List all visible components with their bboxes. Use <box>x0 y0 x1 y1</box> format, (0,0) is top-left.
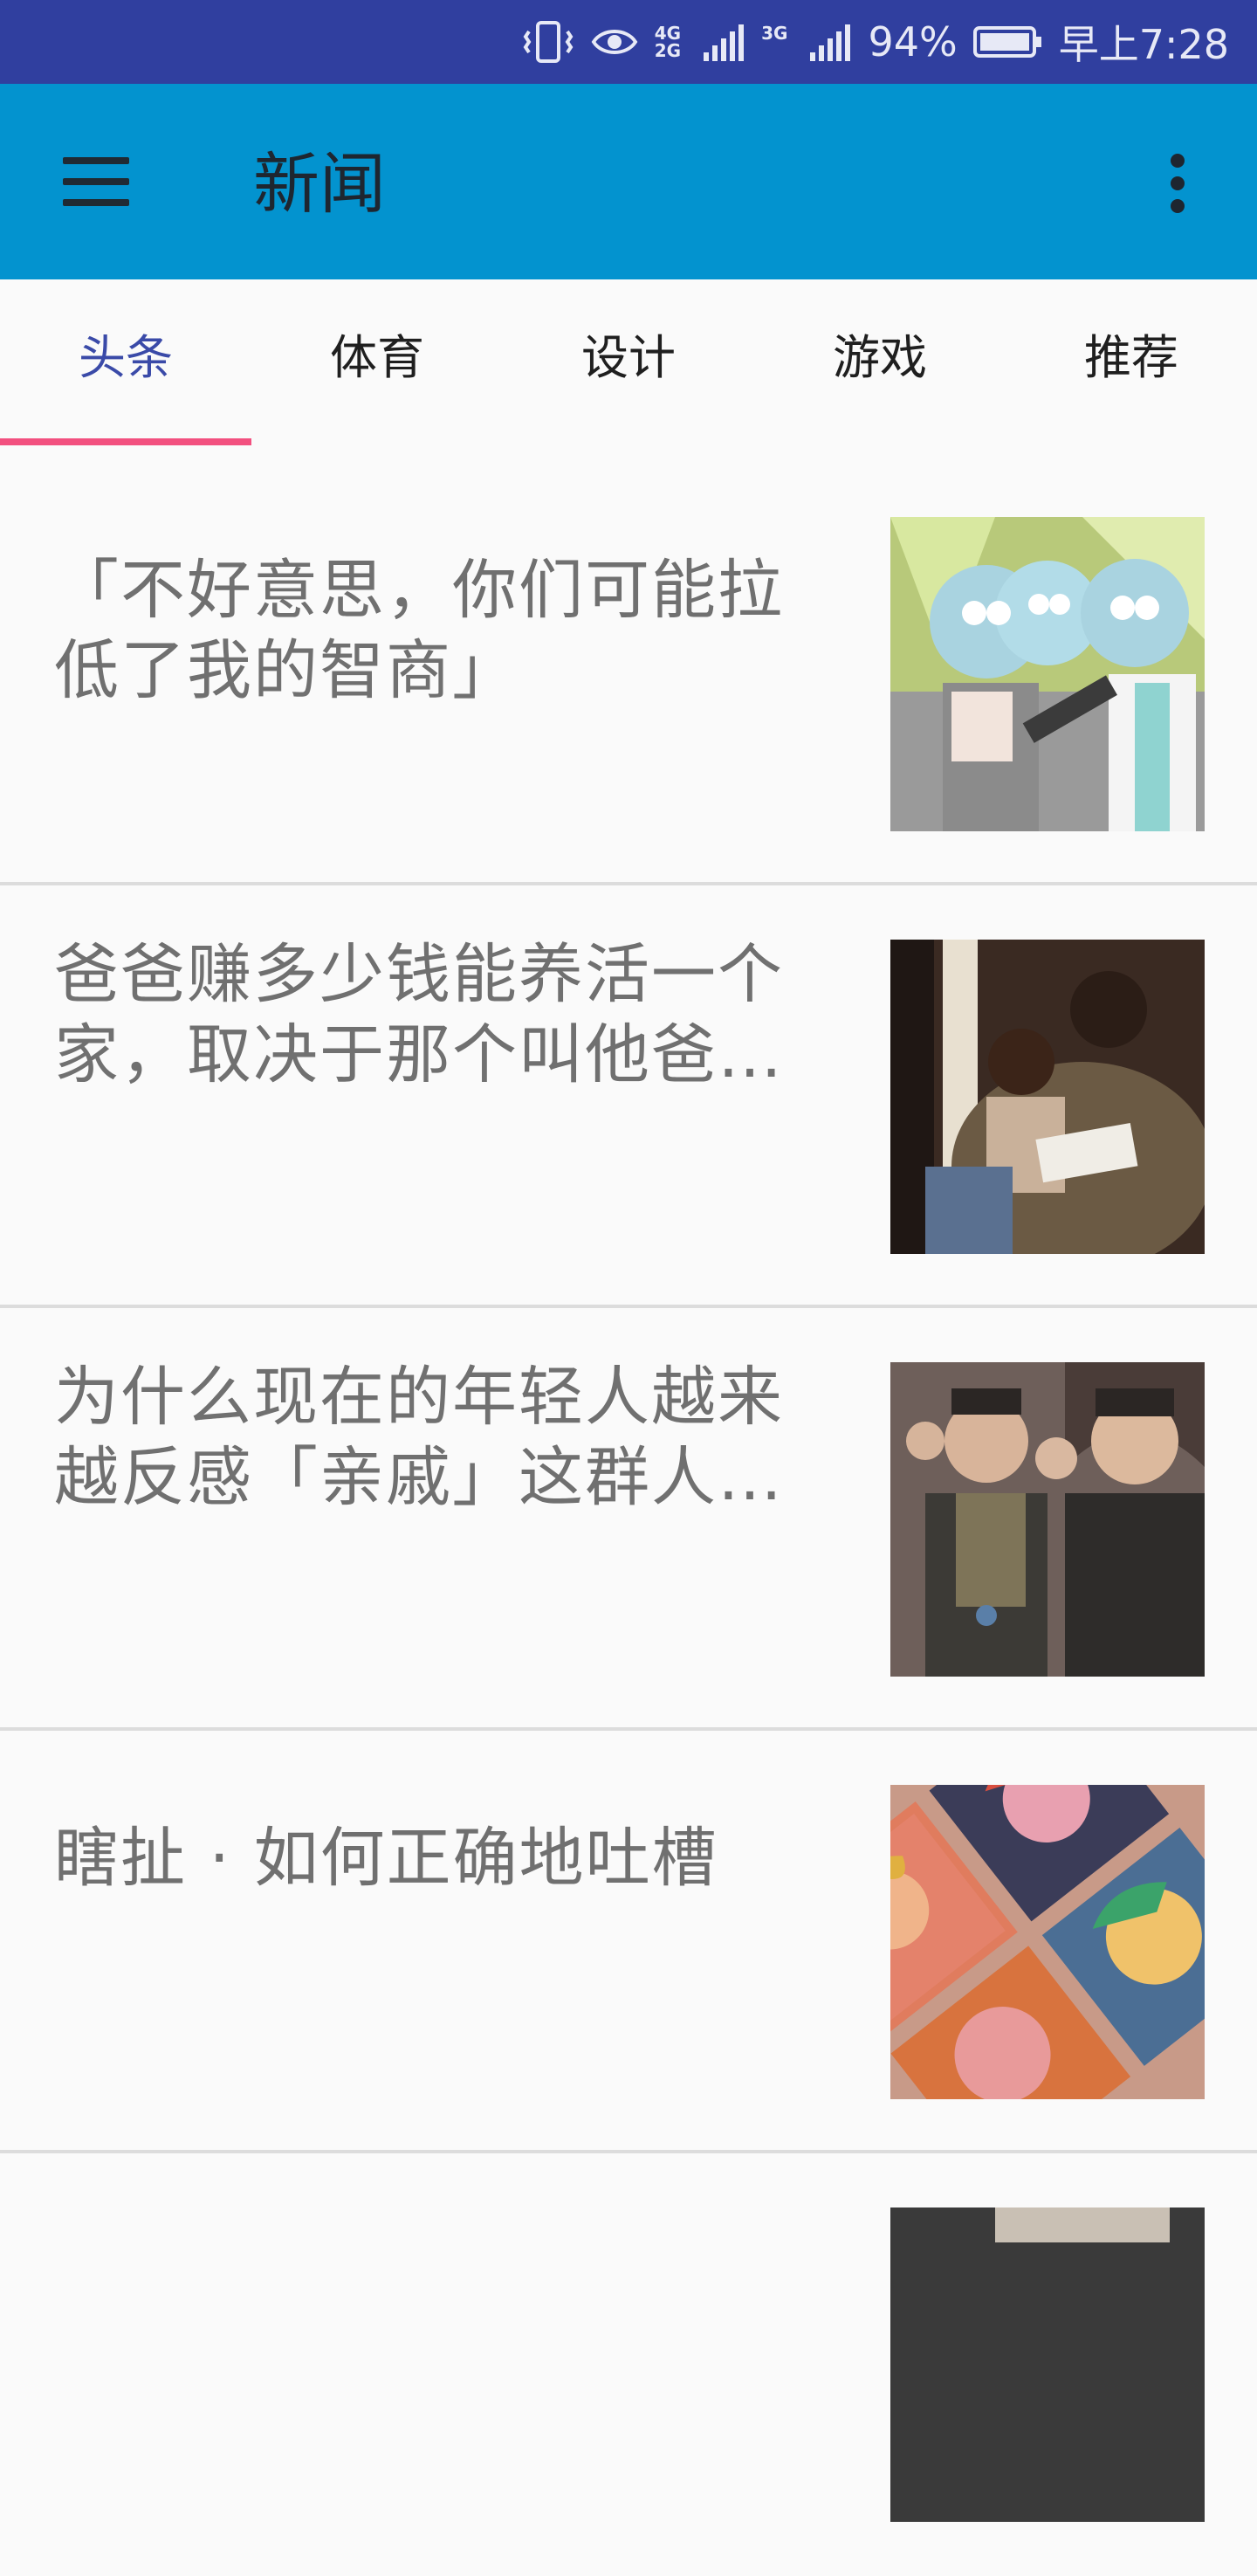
news-thumbnail-cartoon <box>890 517 1205 831</box>
eye-icon <box>590 17 639 66</box>
news-thumbnail-photo <box>890 2208 1205 2522</box>
news-title: 爸爸赚多少钱能养活一个家，取决于那个叫他爸… <box>54 937 784 1092</box>
news-thumbnail-art <box>890 1785 1205 2099</box>
overflow-icon-dot <box>1171 199 1185 213</box>
news-title: 瞎扯 · 如何正确地吐槽 <box>54 1821 718 1896</box>
overflow-icon <box>1171 154 1185 168</box>
app-bar: 新闻 <box>0 84 1257 279</box>
network-type-3g: 3G <box>761 24 787 59</box>
news-item[interactable]: 爸爸赚多少钱能养活一个家，取决于那个叫他爸… <box>0 885 1257 1308</box>
overflow-menu-button[interactable] <box>1161 154 1196 213</box>
menu-icon-line <box>63 178 129 185</box>
news-thumbnail-image <box>890 2208 1205 2522</box>
clock: 早上7:28 <box>1058 21 1229 68</box>
news-thumbnail-image <box>890 517 1205 831</box>
news-item[interactable]: 「不好意思，你们可能拉低了我的智商」 <box>0 463 1257 885</box>
battery-icon <box>972 17 1043 66</box>
menu-icon <box>63 157 129 164</box>
network-type-4g: 4G <box>654 23 682 44</box>
tab-games[interactable]: 游戏 <box>754 279 1006 447</box>
tab-headlines[interactable]: 头条 <box>0 279 251 447</box>
news-item[interactable]: 瞎扯 · 如何正确地吐槽 <box>0 1731 1257 2153</box>
tab-design[interactable]: 设计 <box>503 279 754 447</box>
news-list: 「不好意思，你们可能拉低了我的智商」 爸爸赚多少钱能养活一个家，取决于那个叫他爸… <box>0 463 1257 2576</box>
news-thumbnail-photo <box>890 940 1205 1254</box>
news-thumbnail-photo <box>890 1362 1205 1677</box>
signal-icon-2 <box>808 17 852 66</box>
battery-percent: 94% <box>868 18 958 65</box>
tab-indicator <box>0 438 251 445</box>
news-title: 为什么现在的年轻人越来越反感「亲戚」这群人… <box>54 1360 784 1515</box>
menu-icon-line <box>63 199 129 206</box>
tab-sports[interactable]: 体育 <box>251 279 503 447</box>
news-item[interactable] <box>0 2153 1257 2576</box>
tab-recommended[interactable]: 推荐 <box>1006 279 1257 447</box>
overflow-icon-dot <box>1171 176 1185 190</box>
news-thumbnail-image <box>890 1362 1205 1677</box>
network-3g-label: 3G <box>761 23 788 44</box>
news-thumbnail-image <box>890 1785 1205 2099</box>
news-title: 「不好意思，你们可能拉低了我的智商」 <box>54 553 784 708</box>
network-type: 4G 2G <box>655 24 681 59</box>
news-item[interactable]: 为什么现在的年轻人越来越反感「亲戚」这群人… <box>0 1308 1257 1731</box>
page-title: 新闻 <box>253 145 386 223</box>
network-type-2g: 2G <box>654 40 682 61</box>
tab-bar: 头条 体育 设计 游戏 推荐 <box>0 279 1257 447</box>
news-thumbnail-image <box>890 940 1205 1254</box>
vibrate-icon <box>522 17 574 66</box>
status-bar: 4G 2G 3G 94% 早上7:28 <box>0 0 1257 84</box>
menu-button[interactable] <box>63 157 133 206</box>
signal-icon <box>702 17 745 66</box>
